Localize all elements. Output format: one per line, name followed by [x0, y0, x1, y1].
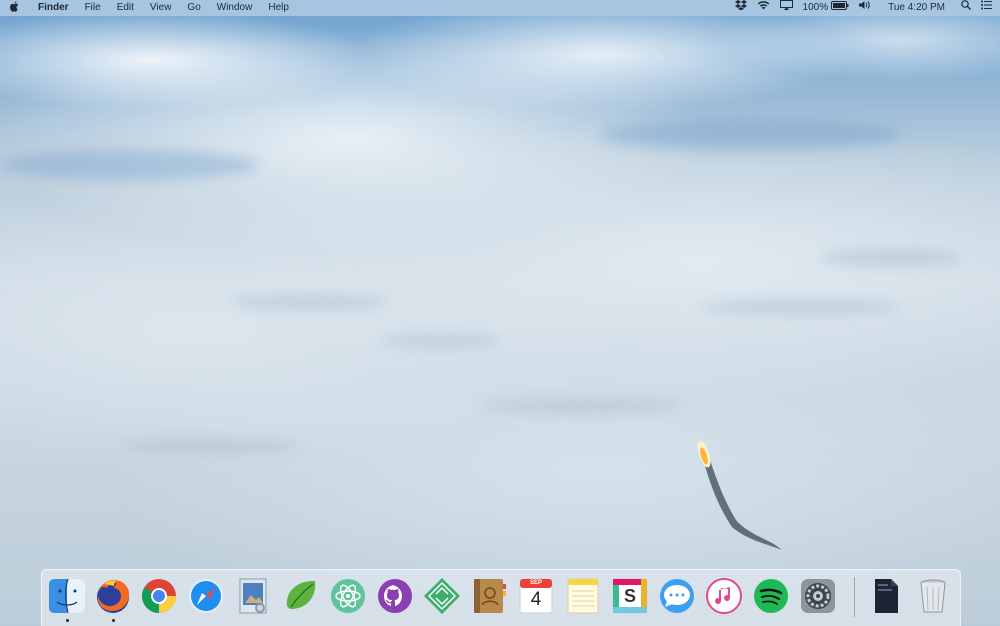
- menu-edit[interactable]: Edit: [109, 0, 142, 16]
- preview-icon[interactable]: [233, 576, 273, 616]
- airplay-icon[interactable]: [779, 0, 793, 16]
- finder-icon[interactable]: [47, 576, 87, 616]
- dock: SEP 4 S: [41, 569, 961, 626]
- wifi-icon[interactable]: [757, 0, 770, 16]
- cloud-shadow: [820, 250, 960, 266]
- cloud-shadow: [120, 440, 300, 452]
- calendar-month: SEP: [529, 580, 542, 586]
- evernote-icon[interactable]: [281, 576, 321, 616]
- volume-icon[interactable]: [859, 0, 872, 16]
- spotify-icon[interactable]: [751, 576, 791, 616]
- desktop-wallpaper: [0, 0, 1000, 625]
- dock-separator: [854, 577, 855, 617]
- notification-center-icon[interactable]: [981, 0, 992, 16]
- firefox-icon[interactable]: [93, 576, 133, 616]
- apple-menu-icon[interactable]: [0, 1, 30, 15]
- atom-icon[interactable]: [328, 576, 368, 616]
- itunes-icon[interactable]: [704, 576, 744, 616]
- sky-gap: [600, 120, 900, 150]
- menu-go[interactable]: Go: [179, 0, 208, 16]
- dropbox-icon[interactable]: [734, 0, 747, 16]
- trash-icon[interactable]: [913, 576, 953, 616]
- sequel-icon[interactable]: [422, 576, 462, 616]
- github-desktop-icon[interactable]: [375, 576, 415, 616]
- menubar-clock[interactable]: Tue 4:20 PM: [888, 0, 945, 16]
- menu-app-name[interactable]: Finder: [30, 0, 77, 16]
- menu-help[interactable]: Help: [260, 0, 297, 16]
- safari-icon[interactable]: [186, 576, 226, 616]
- calendar-day: 4: [530, 589, 542, 610]
- battery-percent[interactable]: 100%: [803, 0, 829, 16]
- cloud-shadow: [380, 335, 500, 347]
- running-indicator: [112, 619, 115, 622]
- calendar-icon[interactable]: SEP 4: [516, 576, 556, 616]
- system-preferences-icon[interactable]: [798, 576, 838, 616]
- cloud-shadow: [480, 400, 680, 412]
- slack-icon[interactable]: S: [610, 576, 650, 616]
- sky-gap: [0, 150, 260, 180]
- chrome-icon[interactable]: [139, 576, 179, 616]
- messages-icon[interactable]: [657, 576, 697, 616]
- slack-letter: S: [623, 586, 636, 606]
- notes-icon[interactable]: [563, 576, 603, 616]
- cloud-shadow: [230, 295, 390, 309]
- spotlight-search-icon[interactable]: [961, 0, 971, 16]
- rocket-launch-image: [697, 435, 782, 550]
- downloads-folder-icon[interactable]: [866, 576, 906, 616]
- contacts-icon[interactable]: [469, 576, 509, 616]
- running-indicator: [66, 619, 69, 622]
- battery-icon[interactable]: [831, 0, 849, 16]
- cloud-shadow: [700, 300, 900, 314]
- menu-bar: Finder File Edit View Go Window Help 100…: [0, 0, 1000, 16]
- menu-view[interactable]: View: [142, 0, 180, 16]
- menu-window[interactable]: Window: [209, 0, 261, 16]
- menu-file[interactable]: File: [77, 0, 109, 16]
